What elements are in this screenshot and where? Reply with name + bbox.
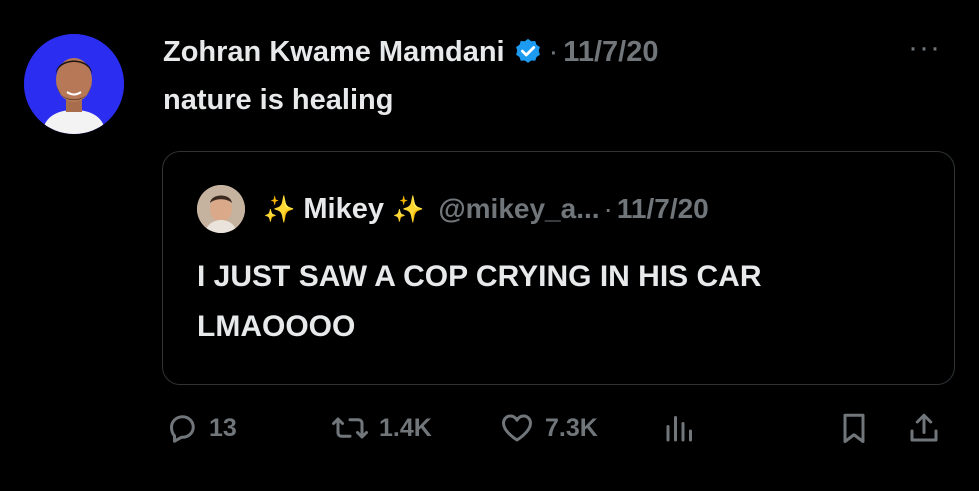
repost-button[interactable]: 1.4K xyxy=(330,410,432,446)
quoted-tweet-date[interactable]: 11/7/20 xyxy=(617,193,709,225)
quoted-author-avatar xyxy=(197,185,245,233)
quoted-header-separator: · xyxy=(603,193,613,224)
action-bar: 13 1.4K 7.3K xyxy=(0,400,979,460)
like-icon xyxy=(502,414,532,442)
quoted-author-handle[interactable]: @mikey_a... xyxy=(438,193,599,225)
author-name[interactable]: Zohran Kwame Mamdani xyxy=(163,36,505,69)
reply-count: 13 xyxy=(209,413,237,442)
repost-count: 1.4K xyxy=(379,413,432,442)
tweet-header: Zohran Kwame Mamdani · 11/7/20 xyxy=(163,30,658,74)
quoted-tweet[interactable]: ✨ Mikey ✨ @mikey_a... · 11/7/20 I JUST S… xyxy=(162,151,955,385)
quoted-tweet-header: ✨ Mikey ✨ @mikey_a... · 11/7/20 xyxy=(197,185,709,233)
like-button[interactable]: 7.3K xyxy=(498,410,598,446)
verified-badge-icon xyxy=(513,37,543,67)
more-icon[interactable]: ··· xyxy=(908,33,941,63)
tweet-date[interactable]: 11/7/20 xyxy=(563,36,658,69)
repost-icon xyxy=(332,417,368,439)
bookmark-button[interactable] xyxy=(836,410,872,446)
views-icon xyxy=(666,416,692,442)
reply-icon xyxy=(170,415,195,443)
sparkle-icon: ✨ xyxy=(391,193,425,224)
share-button[interactable] xyxy=(906,410,942,446)
views-button[interactable] xyxy=(662,410,698,446)
bookmark-icon xyxy=(843,413,865,443)
reply-button[interactable]: 13 xyxy=(164,410,237,446)
share-icon xyxy=(910,413,938,442)
author-avatar[interactable] xyxy=(24,34,124,134)
like-count: 7.3K xyxy=(545,413,598,442)
tweet-text: nature is healing xyxy=(163,84,394,116)
header-separator: · xyxy=(548,35,559,68)
quoted-author-name[interactable]: Mikey xyxy=(303,193,384,226)
quoted-tweet-text: I JUST SAW A COP CRYING IN HIS CAR LMAOO… xyxy=(197,260,762,343)
sparkle-icon: ✨ xyxy=(263,193,296,224)
